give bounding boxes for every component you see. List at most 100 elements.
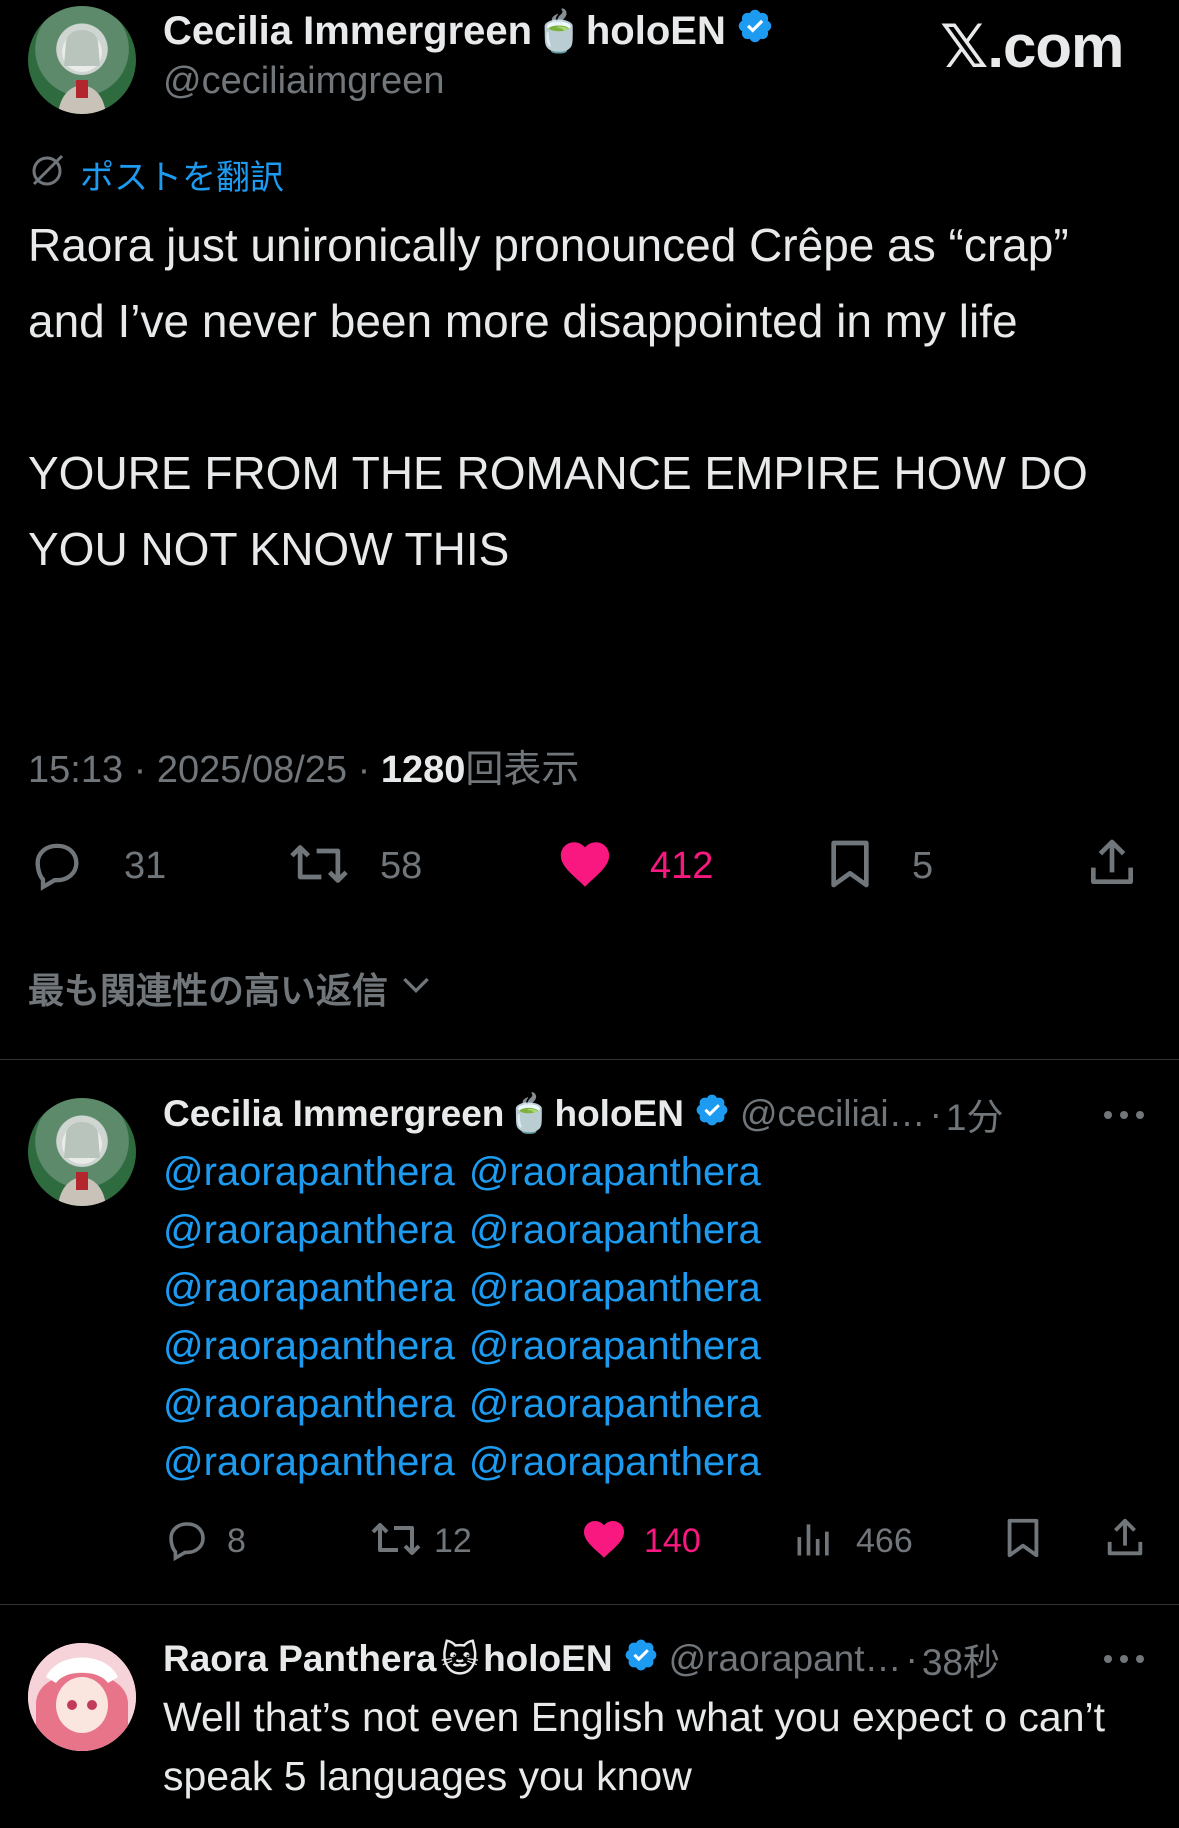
mention-line: @raorapanthera @raorapanthera (163, 1201, 761, 1259)
reply-time[interactable]: 1分 (946, 1087, 1004, 1141)
cat-emoji: 🐱 (440, 1638, 480, 1680)
analytics-icon (792, 1517, 836, 1566)
more-options-button[interactable] (1100, 1100, 1148, 1135)
more-icon (1104, 1111, 1144, 1119)
verified-badge-icon (736, 7, 774, 55)
more-options-button[interactable] (1100, 1644, 1148, 1679)
verified-badge-icon (623, 1637, 659, 1682)
reply-mentions: @raorapanthera @raorapanthera @raorapanth… (163, 1143, 761, 1491)
author-avatar[interactable] (28, 6, 136, 114)
share-icon (1102, 1513, 1148, 1568)
meta-separator: · (929, 1093, 942, 1134)
reply-header: Raora Panthera 🐱 holoEN @raorapant… · 38… (163, 1634, 1000, 1684)
post-text-paragraph-2: YOURE FROM THE ROMANCE EMPIRE HOW DO YOU… (28, 447, 1088, 575)
reply-repost-button[interactable]: 12 (368, 1516, 472, 1566)
reply-bookmark-button[interactable] (1000, 1514, 1046, 1566)
reply-like-button[interactable]: 140 (580, 1516, 701, 1566)
post-text-paragraph-1: Raora just unironically pronounced Crêpe… (28, 219, 1069, 347)
heart-icon (556, 835, 614, 898)
translate-label: ポストを翻訳 (80, 158, 284, 197)
mention-link[interactable]: @raorapanthera (163, 1143, 455, 1201)
reply-author-name[interactable]: Raora Panthera (163, 1638, 437, 1680)
meta-separator: · (357, 749, 371, 791)
bookmark-button[interactable]: 5 (822, 836, 933, 896)
mention-link[interactable]: @raorapanthera (163, 1433, 455, 1491)
reply-icon (163, 1515, 211, 1568)
author-suffix: holoEN (585, 8, 726, 53)
views-count: 466 (856, 1521, 913, 1560)
reply-header: Cecilia Immergreen 🍵 holoEN @ceciliai… ·… (163, 1087, 1004, 1141)
reply-sort-dropdown[interactable]: 最も関連性の高い返信 (28, 964, 436, 1012)
mention-link[interactable]: @raorapanthera (469, 1201, 761, 1259)
reply-author-suffix: holoEN (483, 1638, 613, 1679)
verified-badge-icon (694, 1092, 730, 1137)
reply-button[interactable]: 31 (28, 836, 166, 896)
views-count: 1280 (380, 749, 466, 791)
more-icon (1104, 1655, 1144, 1663)
mention-link[interactable]: @raorapanthera (163, 1317, 455, 1375)
translate-icon (28, 151, 66, 198)
meta-separator: · (905, 1638, 918, 1679)
author-name-row[interactable]: Cecilia Immergreen 🍵 holoEN (163, 6, 774, 56)
post-text: Raora just unironically pronounced Crêpe… (28, 207, 1153, 587)
divider (0, 1604, 1179, 1605)
reply-count: 8 (227, 1521, 246, 1560)
share-icon (1084, 834, 1140, 897)
avatar-image (28, 1643, 136, 1751)
mention-link[interactable]: @raorapanthera (163, 1201, 455, 1259)
repost-icon (286, 835, 352, 898)
mention-link[interactable]: @raorapanthera (469, 1433, 761, 1491)
reply-reply-button[interactable]: 8 (163, 1516, 246, 1566)
mention-link[interactable]: @raorapanthera (469, 1143, 761, 1201)
mention-link[interactable]: @raorapanthera (469, 1259, 761, 1317)
mention-link[interactable]: @raorapanthera (469, 1317, 761, 1375)
reply-views-button[interactable]: 466 (792, 1516, 913, 1566)
reply-time[interactable]: 38秒 (922, 1632, 1000, 1686)
mention-line: @raorapanthera @raorapanthera (163, 1375, 761, 1433)
tea-emoji: 🍵 (506, 1092, 553, 1134)
mention-link[interactable]: @raorapanthera (163, 1375, 455, 1433)
watermark: 𝕏.com (940, 13, 1124, 80)
avatar-image (58, 1122, 106, 1206)
tea-emoji: 🍵 (534, 9, 584, 54)
mention-line: @raorapanthera @raorapanthera (163, 1143, 761, 1201)
reply-author-suffix: holoEN (554, 1093, 684, 1134)
repost-icon (368, 1515, 424, 1568)
bookmark-icon (1000, 1513, 1046, 1568)
author-handle[interactable]: @ceciliaimgreen (163, 60, 444, 103)
reply-handle[interactable]: @raorapant… (669, 1638, 902, 1680)
reply-sort-label: 最も関連性の高い返信 (28, 970, 389, 1011)
divider (0, 1059, 1179, 1060)
heart-icon (580, 1515, 628, 1568)
like-count: 412 (650, 844, 714, 887)
reply-handle[interactable]: @ceciliai… (740, 1093, 926, 1135)
bookmark-count: 5 (912, 844, 934, 887)
mention-link[interactable]: @raorapanthera (469, 1375, 761, 1433)
post-time[interactable]: 15:13 (28, 749, 123, 791)
reply-share-button[interactable] (1102, 1514, 1148, 1566)
repost-count: 12 (434, 1521, 472, 1560)
translate-post-button[interactable]: ポストを翻訳 (28, 151, 284, 198)
repost-button[interactable]: 58 (286, 836, 422, 896)
bookmark-icon (822, 834, 878, 899)
avatar-image (58, 30, 106, 114)
author-name: Cecilia Immergreen (163, 8, 533, 53)
mention-link[interactable]: @raorapanthera (163, 1259, 455, 1317)
reply-avatar[interactable] (28, 1643, 136, 1751)
repost-count: 58 (380, 844, 423, 887)
share-button[interactable] (1084, 834, 1140, 896)
meta-separator: · (133, 749, 147, 791)
like-count: 140 (644, 1521, 701, 1560)
reply-count: 31 (124, 844, 167, 887)
reply-avatar[interactable] (28, 1098, 136, 1206)
post-meta: 15:13 · 2025/08/25 · 1280回表示 (28, 738, 579, 793)
chevron-down-icon (396, 964, 436, 1013)
post-date[interactable]: 2025/08/25 (157, 749, 347, 791)
reply-text: Well that’s not even English what you ex… (163, 1694, 1106, 1799)
reply-author-name[interactable]: Cecilia Immergreen (163, 1093, 504, 1135)
reply-icon (28, 835, 86, 898)
like-button[interactable]: 412 (556, 836, 713, 896)
mention-line: @raorapanthera @raorapanthera (163, 1259, 761, 1317)
mention-line: @raorapanthera @raorapanthera (163, 1317, 761, 1375)
views-label: 回表示 (465, 749, 580, 791)
